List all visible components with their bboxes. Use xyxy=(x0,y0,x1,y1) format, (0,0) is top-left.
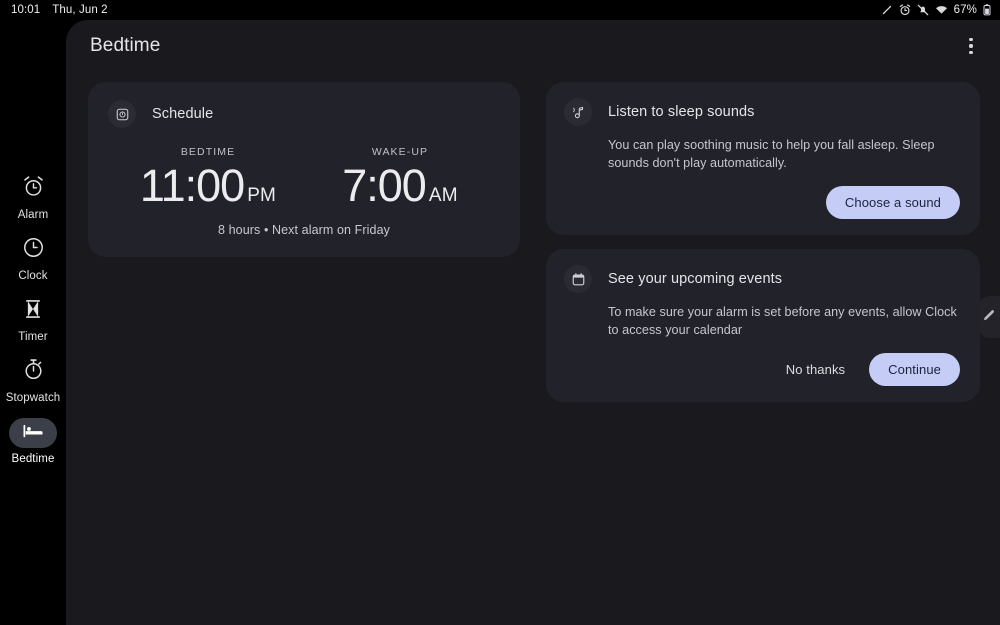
alarm-set-icon xyxy=(899,4,911,16)
sidebar-item-alarm-label: Alarm xyxy=(17,209,49,221)
choose-a-sound-button[interactable]: Choose a sound xyxy=(825,186,960,219)
status-bar-clock: 10:01 xyxy=(11,4,41,16)
no-thanks-button[interactable]: No thanks xyxy=(780,353,851,386)
sidebar-item-stopwatch-pill xyxy=(9,357,57,387)
left-column: Schedule BEDTIME 11:00 PM WAKE-UP 7:00 A… xyxy=(88,82,520,402)
schedule-summary: 8 hours • Next alarm on Friday xyxy=(217,223,391,237)
schedule-times-row: BEDTIME 11:00 PM WAKE-UP 7:00 AM xyxy=(108,146,500,211)
pencil-edit-icon xyxy=(982,307,997,327)
sidebar-item-bedtime-label: Bedtime xyxy=(11,453,55,465)
calendar-permission-card: See your upcoming events To make sure yo… xyxy=(546,249,980,402)
bedtime-time-block[interactable]: BEDTIME 11:00 PM xyxy=(112,146,304,211)
status-bar-date: Thu, Jun 2 xyxy=(52,4,108,16)
bed-icon xyxy=(22,420,44,447)
calendar-icon xyxy=(564,265,592,293)
status-bar: 10:01 Thu, Jun 2 67% xyxy=(0,0,1000,20)
schedule-card-header: Schedule xyxy=(108,100,500,128)
music-note-icon xyxy=(564,98,592,126)
sleep-sounds-header: Listen to sleep sounds xyxy=(564,98,960,126)
sidebar-item-alarm-pill xyxy=(9,174,57,204)
bedtime-value: 11:00 PM xyxy=(140,161,276,211)
sidebar-item-clock[interactable]: Clock xyxy=(0,231,66,292)
sidebar-item-bedtime[interactable]: Bedtime xyxy=(0,414,66,475)
sidebar-item-bedtime-pill xyxy=(9,418,57,448)
calendar-card-actions: No thanks Continue xyxy=(564,353,960,386)
pen-slash-icon xyxy=(881,4,893,16)
app-bar: Bedtime xyxy=(66,20,1000,72)
notifications-muted-icon xyxy=(917,4,929,16)
sidebar-item-clock-label: Clock xyxy=(18,270,48,282)
calendar-card-body: To make sure your alarm is set before an… xyxy=(608,305,957,337)
battery-icon xyxy=(983,4,991,16)
navigation-rail: Alarm Clock Timer Stopwatch Bedtime xyxy=(0,20,66,625)
wakeup-meridiem: AM xyxy=(428,185,458,206)
sleep-sounds-actions: Choose a sound xyxy=(564,186,960,219)
continue-button[interactable]: Continue xyxy=(869,353,960,386)
schedule-card[interactable]: Schedule BEDTIME 11:00 PM WAKE-UP 7:00 A… xyxy=(88,82,520,257)
calendar-card-title: See your upcoming events xyxy=(608,271,783,287)
alarm-icon xyxy=(22,175,45,203)
clock-icon xyxy=(22,236,45,264)
sleep-sounds-card: Listen to sleep sounds You can play soot… xyxy=(546,82,980,235)
sidebar-item-clock-pill xyxy=(9,235,57,265)
edit-handle[interactable] xyxy=(978,296,1000,338)
overflow-menu-button[interactable] xyxy=(954,29,988,63)
sidebar-item-alarm[interactable]: Alarm xyxy=(0,170,66,231)
sidebar-item-timer[interactable]: Timer xyxy=(0,292,66,353)
wakeup-value: 7:00 AM xyxy=(342,161,458,211)
sidebar-item-stopwatch-label: Stopwatch xyxy=(5,392,61,404)
battery-percent-label: 67% xyxy=(953,4,977,16)
sidebar-item-timer-pill xyxy=(9,296,57,326)
bedtime-caption: BEDTIME xyxy=(180,146,236,158)
wakeup-caption: WAKE-UP xyxy=(371,146,429,158)
sleep-sounds-title: Listen to sleep sounds xyxy=(608,104,755,120)
status-bar-right: 67% xyxy=(881,4,1000,16)
more-vert-icon xyxy=(969,37,973,55)
wakeup-time-block[interactable]: WAKE-UP 7:00 AM xyxy=(304,146,496,211)
calendar-card-header: See your upcoming events xyxy=(564,265,960,293)
bedtime-hours-minutes: 11:00 xyxy=(139,160,245,211)
navigation-rail-items: Alarm Clock Timer Stopwatch Bedtime xyxy=(0,170,66,475)
sidebar-item-stopwatch[interactable]: Stopwatch xyxy=(0,353,66,414)
screen-root: 10:01 Thu, Jun 2 67% Alarm Clock Timer S… xyxy=(0,0,1000,625)
main-surface: Bedtime Schedule BEDTIME 11:00 PM WAKE-U… xyxy=(66,20,1000,625)
status-bar-left: 10:01 Thu, Jun 2 xyxy=(0,4,108,16)
sleep-sounds-body: You can play soothing music to help you … xyxy=(608,138,935,170)
schedule-alarm-icon xyxy=(108,100,136,128)
right-column: Listen to sleep sounds You can play soot… xyxy=(546,82,980,402)
hourglass-icon xyxy=(22,298,44,325)
page-title: Bedtime xyxy=(90,35,161,56)
sidebar-item-timer-label: Timer xyxy=(18,331,48,343)
content-area: Schedule BEDTIME 11:00 PM WAKE-UP 7:00 A… xyxy=(66,72,1000,402)
stopwatch-icon xyxy=(22,358,45,386)
wifi-icon xyxy=(935,4,948,16)
schedule-card-title: Schedule xyxy=(152,106,214,122)
wakeup-hours-minutes: 7:00 xyxy=(342,160,427,211)
bedtime-meridiem: PM xyxy=(247,185,277,206)
